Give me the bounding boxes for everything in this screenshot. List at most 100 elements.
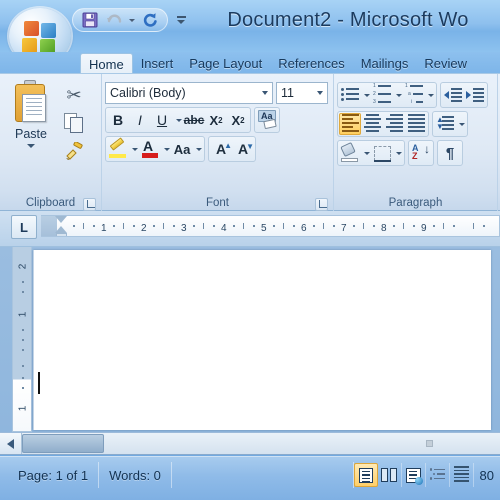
sort-letter-z: Z — [412, 151, 418, 161]
align-left-button[interactable] — [339, 113, 361, 135]
numbering-dropdown-icon[interactable] — [393, 84, 403, 106]
multilevel-list-button[interactable]: 1 a i — [403, 83, 425, 107]
view-web-layout-button[interactable] — [402, 463, 426, 487]
justify-button[interactable] — [405, 113, 427, 135]
tab-insert[interactable]: Insert — [133, 53, 182, 74]
paste-label: Paste — [15, 127, 47, 141]
view-outline-button[interactable] — [426, 463, 450, 487]
bullets-dropdown-icon[interactable] — [361, 84, 371, 106]
bold-button[interactable]: B — [107, 109, 129, 131]
document-page[interactable] — [33, 250, 491, 430]
horizontal-scrollbar-track[interactable] — [104, 433, 500, 454]
font-name-dropdown-icon[interactable] — [258, 83, 272, 103]
text-highlight-dropdown-icon[interactable] — [129, 138, 139, 160]
strikethrough-button[interactable]: abc — [183, 109, 205, 131]
status-page-indicator[interactable]: Page: 1 of 1 — [8, 462, 100, 488]
format-painter-button[interactable] — [59, 138, 89, 164]
font-name-input[interactable]: Calibri (Body) — [105, 82, 273, 104]
multilevel-list-icon: 1 a i — [405, 83, 423, 107]
underline-button[interactable]: U — [151, 109, 173, 131]
zoom-level[interactable]: 80 — [474, 468, 500, 483]
clear-formatting-button[interactable]: Aa — [256, 109, 278, 131]
decrease-indent-button[interactable] — [442, 84, 464, 106]
align-right-button[interactable] — [383, 113, 405, 135]
text-highlight-color-button[interactable] — [107, 137, 129, 160]
borders-dropdown-icon[interactable] — [393, 142, 403, 164]
font-size-input[interactable]: 11 — [276, 82, 328, 104]
superscript-button[interactable]: X2 — [227, 109, 249, 131]
line-spacing-dropdown-icon[interactable] — [456, 113, 466, 135]
clipboard-dialog-launcher[interactable] — [83, 198, 96, 211]
font-color-button[interactable]: A — [139, 138, 161, 160]
underline-label: U — [156, 112, 168, 128]
ribbon-group-paragraph: 1 2 3 1 a i ▲ ▼ A Z ↓ ¶ Paragraph — [334, 74, 498, 212]
sort-button[interactable]: AZ ↓ — [410, 142, 432, 164]
increase-indent-button[interactable] — [464, 84, 486, 106]
view-draft-button[interactable] — [450, 463, 474, 487]
tab-home[interactable]: Home — [80, 53, 133, 74]
ruler-tick-4: 4 — [221, 223, 227, 234]
tab-stop-selector[interactable]: L — [11, 215, 37, 239]
indent-markers[interactable] — [55, 216, 68, 236]
copy-button[interactable] — [59, 110, 89, 136]
highlighter-icon — [108, 137, 128, 159]
vruler-tick-1a: 1 — [17, 311, 29, 318]
align-center-button[interactable] — [361, 113, 383, 135]
change-case-button[interactable]: Aa — [171, 138, 193, 160]
grow-font-button[interactable]: A ▲ — [210, 138, 232, 160]
underline-dropdown-icon[interactable] — [173, 109, 183, 131]
horizontal-ruler[interactable]: 1 2 3 4 5 6 7 8 9 — [41, 215, 500, 237]
bullets-button[interactable] — [339, 84, 361, 106]
shrink-font-button[interactable]: A ▼ — [232, 138, 254, 160]
cut-button[interactable]: ✂ — [59, 82, 89, 108]
ruler-tick-1: 1 — [101, 223, 107, 234]
ruler-tick-3: 3 — [181, 223, 187, 234]
multilevel-list-dropdown-icon[interactable] — [425, 84, 435, 106]
horizontal-scrollbar[interactable] — [0, 432, 500, 455]
font-size-dropdown-icon[interactable] — [313, 83, 327, 103]
italic-button[interactable]: I — [129, 109, 151, 131]
font-name-value: Calibri (Body) — [110, 86, 186, 100]
horizontal-scrollbar-thumb[interactable] — [22, 434, 104, 453]
view-full-screen-reading-button[interactable] — [378, 463, 402, 487]
shading-button[interactable] — [339, 141, 361, 164]
shading-dropdown-icon[interactable] — [361, 142, 371, 164]
font-dialog-launcher[interactable] — [315, 198, 328, 211]
shading-border-strip — [337, 140, 405, 166]
split-handle-icon[interactable] — [426, 440, 433, 447]
scroll-left-button[interactable] — [0, 433, 22, 454]
ribbon-tab-strip: Home Insert Page Layout References Maili… — [0, 52, 500, 74]
increase-indent-icon — [466, 87, 484, 103]
text-cursor — [38, 372, 40, 394]
line-spacing-button[interactable]: ▲ ▼ — [434, 113, 456, 135]
numbering-icon: 1 2 3 — [373, 83, 391, 107]
paste-dropdown-icon[interactable] — [27, 144, 35, 148]
paste-button[interactable]: Paste — [3, 78, 59, 195]
view-buttons-group — [352, 462, 474, 488]
title-bar: Document2 - Microsoft Wo — [0, 0, 500, 64]
font-color-strip: A Aa — [105, 136, 205, 162]
change-case-dropdown-icon[interactable] — [193, 138, 203, 160]
tab-mailings[interactable]: Mailings — [353, 53, 417, 74]
borders-button[interactable] — [371, 142, 393, 164]
vertical-ruler[interactable]: 2 1 1 — [12, 247, 32, 432]
show-formatting-marks-button[interactable]: ¶ — [439, 142, 461, 164]
status-bar: Page: 1 of 1 Words: 0 80 — [0, 456, 500, 500]
tab-references[interactable]: References — [270, 53, 352, 74]
paragraph-label-text: Paragraph — [388, 197, 443, 209]
ruler-tick-7: 7 — [341, 223, 347, 234]
bold-label: B — [112, 112, 124, 128]
change-case-label: Aa — [173, 141, 191, 157]
tab-page-layout[interactable]: Page Layout — [181, 53, 270, 74]
tab-review[interactable]: Review — [416, 53, 475, 74]
font-style-button-strip: B I U abc X2 X2 — [105, 107, 251, 133]
status-word-count[interactable]: Words: 0 — [99, 462, 172, 488]
subscript-button[interactable]: X2 — [205, 109, 227, 131]
numbering-button[interactable]: 1 2 3 — [371, 83, 393, 107]
ruler-tick-9: 9 — [421, 223, 427, 234]
ruler-tick-5: 5 — [261, 223, 267, 234]
view-print-layout-button[interactable] — [353, 463, 378, 487]
superscript-index: 2 — [240, 115, 245, 125]
outline-icon — [429, 468, 445, 482]
font-color-dropdown-icon[interactable] — [161, 138, 171, 160]
